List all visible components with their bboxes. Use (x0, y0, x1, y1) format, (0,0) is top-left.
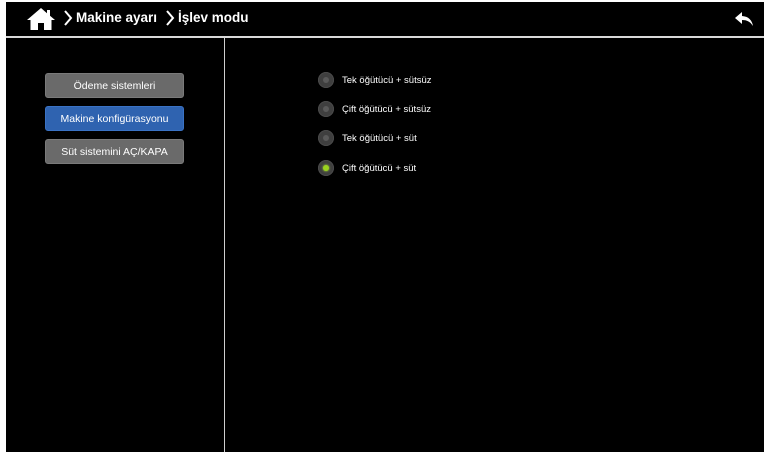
option-single-grinder-milk[interactable]: Tek öğütücü + süt (318, 129, 417, 147)
radio-button[interactable] (318, 72, 334, 88)
radio-button[interactable] (318, 101, 334, 117)
radio-button-selected[interactable] (318, 160, 334, 176)
option-label: Tek öğütücü + süt (342, 132, 417, 144)
home-icon[interactable] (26, 7, 56, 31)
top-bar: Makine ayarı İşlev modu (6, 2, 764, 36)
option-label: Çift öğütücü + süt (342, 162, 417, 174)
sidebar-item-payment-systems[interactable]: Ödeme sistemleri (45, 73, 184, 98)
screen: Makine ayarı İşlev modu Ödeme sistemleri… (6, 2, 764, 452)
radio-button[interactable] (318, 130, 334, 146)
option-single-grinder-no-milk[interactable]: Tek öğütücü + sütsüz (318, 71, 432, 89)
option-double-grinder-no-milk[interactable]: Çift öğütücü + sütsüz (318, 100, 431, 118)
option-label: Tek öğütücü + sütsüz (342, 74, 432, 86)
sidebar-item-machine-configuration[interactable]: Makine konfigürasyonu (45, 106, 184, 131)
breadcrumb-item-machine-settings[interactable]: Makine ayarı (76, 10, 157, 25)
chevron-right-icon (166, 10, 175, 26)
sidebar-item-milk-system-toggle[interactable]: Süt sistemini AÇ/KAPA (45, 139, 184, 164)
panel-divider (224, 38, 225, 452)
header-divider (6, 36, 764, 38)
back-arrow-icon[interactable] (734, 10, 754, 28)
option-label: Çift öğütücü + sütsüz (342, 103, 431, 115)
option-double-grinder-milk[interactable]: Çift öğütücü + süt (318, 159, 416, 177)
chevron-right-icon (64, 10, 73, 26)
breadcrumb-item-function-mode: İşlev modu (178, 10, 249, 25)
